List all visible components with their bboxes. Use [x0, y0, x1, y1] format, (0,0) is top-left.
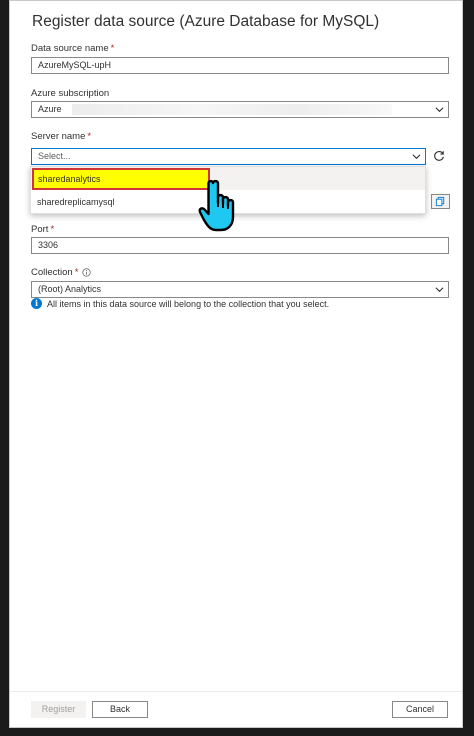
hand-pointer-icon: [198, 179, 235, 232]
collection-info-text: All items in this data source will belon…: [47, 298, 330, 309]
chevron-down-icon: [435, 287, 444, 293]
chevron-down-icon: [412, 154, 421, 160]
info-circle-icon[interactable]: [82, 268, 92, 277]
required-marker: *: [110, 43, 115, 54]
data-source-name-label-text: Data source name: [31, 43, 109, 54]
server-name-select[interactable]: Select...: [31, 148, 426, 165]
option-label: sharedanalytics: [38, 174, 101, 184]
panel-title: Register data source (Azure Database for…: [32, 13, 380, 30]
server-name-label: Server name *: [31, 131, 91, 142]
server-name-label-text: Server name: [31, 131, 86, 142]
footer-divider: [10, 691, 462, 692]
refresh-icon[interactable]: [432, 149, 446, 163]
collection-info-message: i All items in this data source will bel…: [31, 298, 329, 309]
required-marker: *: [74, 267, 79, 278]
copy-button[interactable]: [431, 194, 450, 209]
cancel-button[interactable]: Cancel: [392, 701, 448, 718]
option-label: sharedreplicamysql: [37, 197, 115, 207]
info-icon: i: [31, 298, 42, 309]
required-marker: *: [50, 224, 55, 235]
redacted-region: [72, 104, 392, 115]
register-button[interactable]: Register: [31, 701, 86, 718]
collection-value: (Root) Analytics: [38, 284, 102, 294]
chevron-down-icon: [435, 107, 444, 113]
port-input[interactable]: 3306: [31, 237, 449, 254]
back-button[interactable]: Back: [92, 701, 148, 718]
azure-subscription-value: Azure: [38, 104, 62, 114]
collection-select[interactable]: (Root) Analytics: [31, 281, 449, 298]
port-value: 3306: [38, 240, 59, 250]
port-label: Port *: [31, 224, 54, 235]
collection-label-text: Collection: [31, 267, 73, 278]
server-name-placeholder: Select...: [38, 151, 71, 161]
azure-subscription-label: Azure subscription: [31, 88, 110, 99]
required-marker: *: [87, 131, 92, 142]
data-source-name-input[interactable]: AzureMySQL-upH: [31, 57, 449, 74]
register-data-source-panel: Register data source (Azure Database for…: [9, 0, 463, 728]
azure-subscription-select[interactable]: Azure: [31, 101, 449, 118]
data-source-name-label: Data source name *: [31, 43, 114, 54]
copy-icon: [435, 196, 445, 207]
data-source-name-value: AzureMySQL-upH: [38, 60, 112, 70]
collection-label: Collection *: [31, 267, 92, 278]
port-label-text: Port: [31, 224, 49, 235]
highlighted-option[interactable]: sharedanalytics: [32, 168, 210, 190]
